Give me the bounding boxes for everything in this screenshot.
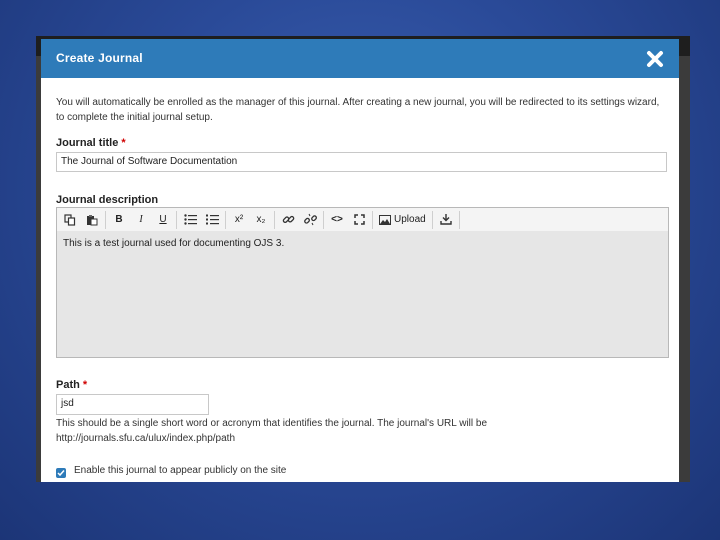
toolbar-separator: [458, 210, 460, 229]
journal-title-label: Journal title *: [56, 137, 126, 149]
enable-public-checkbox[interactable]: [56, 468, 66, 478]
path-label-text: Path: [56, 379, 80, 391]
modal-header: Create Journal: [41, 39, 679, 78]
toolbar-separator: [105, 210, 106, 229]
toolbar-separator: [274, 210, 275, 229]
journal-description-label: Journal description: [56, 194, 159, 206]
upload-button[interactable]: Upload: [375, 210, 430, 229]
toolbar-separator: [431, 210, 433, 229]
copy-icon[interactable]: [59, 210, 81, 229]
underline-button[interactable]: U: [152, 210, 174, 229]
superscript-button[interactable]: x²: [228, 210, 250, 229]
paste-icon[interactable]: [81, 210, 103, 229]
create-journal-modal: Create Journal You will automatically be…: [41, 39, 679, 482]
required-marker: *: [121, 137, 126, 149]
code-button[interactable]: <>: [326, 210, 348, 229]
path-label: Path *: [56, 379, 87, 391]
journal-description-editor: B I U x² x₂ <> Upload This is a test jou…: [56, 207, 669, 358]
download-icon[interactable]: [435, 210, 457, 229]
checkmark-icon: [57, 470, 65, 477]
fullscreen-icon[interactable]: [348, 210, 370, 229]
upload-label: Upload: [394, 214, 426, 225]
required-marker: *: [82, 379, 88, 391]
toolbar-separator: [323, 210, 324, 229]
toolbar-separator: [372, 210, 373, 229]
editor-toolbar: B I U x² x₂ <> Upload: [57, 208, 668, 232]
editor-content-area[interactable]: This is a test journal used for document…: [57, 231, 668, 357]
toolbar-separator: [176, 210, 177, 229]
enable-public-label: Enable this journal to appear publicly o…: [74, 465, 287, 476]
unlink-icon[interactable]: [299, 210, 321, 229]
italic-button[interactable]: I: [130, 210, 152, 229]
bullet-list-icon[interactable]: [179, 210, 201, 229]
path-input[interactable]: jsd: [56, 394, 209, 415]
link-icon[interactable]: [277, 210, 299, 229]
toolbar-separator: [225, 210, 226, 229]
bold-button[interactable]: B: [108, 210, 130, 229]
image-upload-icon: [379, 214, 391, 225]
journal-title-label-text: Journal title: [56, 137, 119, 149]
path-help-text: This should be a single short word or ac…: [56, 418, 488, 444]
modal-title: Create Journal: [56, 51, 143, 65]
intro-text: You will automatically be enrolled as th…: [56, 97, 660, 123]
close-icon[interactable]: [645, 49, 665, 69]
numbered-list-icon[interactable]: [201, 210, 223, 229]
subscript-button[interactable]: x₂: [250, 210, 272, 229]
journal-title-input[interactable]: The Journal of Software Documentation: [56, 152, 667, 172]
